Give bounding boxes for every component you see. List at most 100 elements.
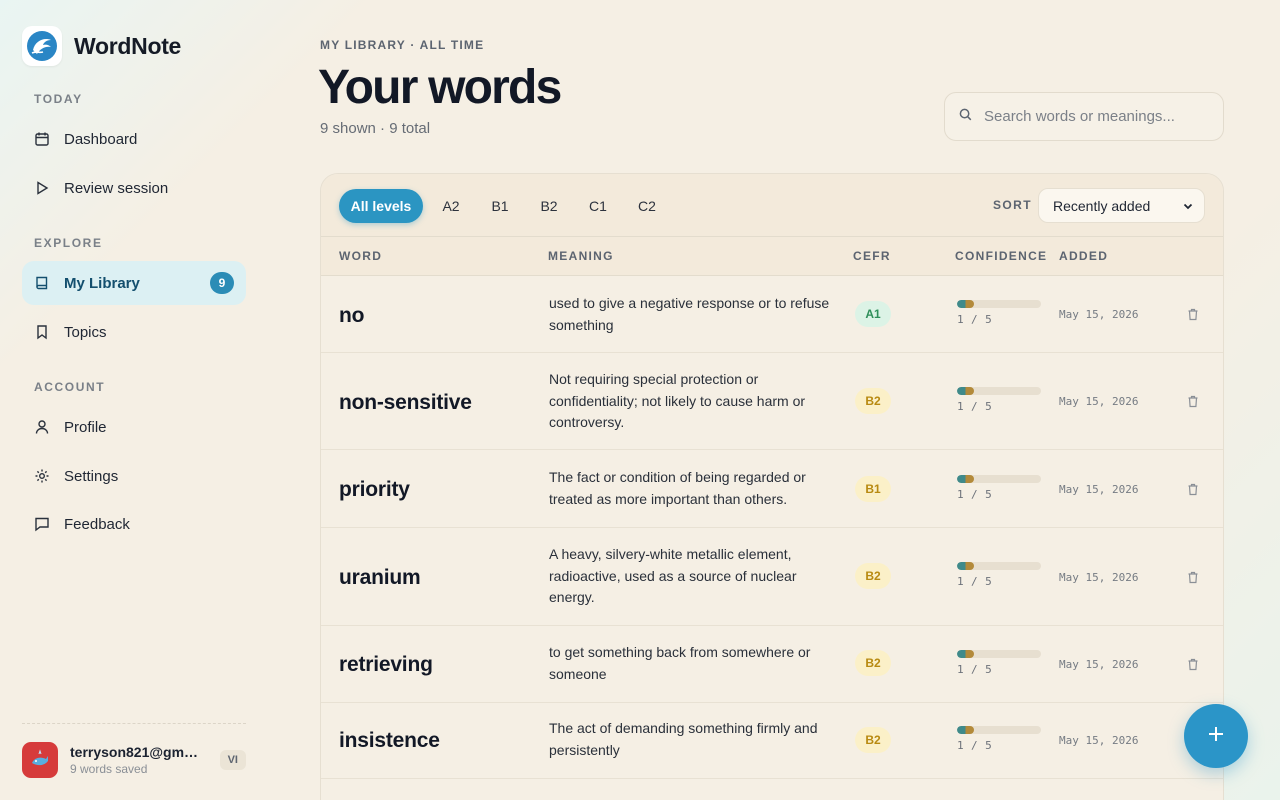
level-chip-b1[interactable]: B1 (482, 189, 518, 223)
cefr-badge: B2 (855, 650, 891, 676)
sidebar-item-dashboard[interactable]: Dashboard (22, 117, 246, 161)
user-icon (34, 419, 50, 435)
language-chip[interactable]: VI (219, 750, 246, 770)
level-chip-c2[interactable]: C2 (629, 189, 665, 223)
user-words-saved: 9 words saved (70, 762, 148, 776)
trash-icon[interactable] (1187, 571, 1199, 585)
confidence-bar-fill (957, 387, 974, 395)
column-header-meaning[interactable]: MEANING (548, 249, 614, 263)
page-title: Your words (318, 61, 562, 114)
confidence-bar-fill (957, 726, 974, 734)
cefr-badge: B1 (855, 476, 891, 502)
level-chip-c1[interactable]: C1 (580, 189, 616, 223)
trash-icon[interactable] (1187, 658, 1199, 672)
sidebar: WordNote TODAY Dashboard Review session … (0, 0, 268, 800)
sidebar-item-label: Topics (64, 323, 107, 341)
column-header-cefr[interactable]: CEFR (853, 249, 891, 263)
trash-icon[interactable] (1187, 395, 1199, 409)
search-icon (959, 108, 972, 126)
confidence-text: 1 / 5 (957, 488, 993, 501)
sidebar-item-topics[interactable]: Topics (22, 310, 246, 354)
sidebar-item-label: Dashboard (64, 130, 138, 148)
column-header-added[interactable]: ADDED (1059, 249, 1108, 263)
search-box[interactable] (944, 92, 1224, 141)
sort-label: SORT (993, 198, 1032, 212)
confidence-bar (957, 387, 1041, 395)
avatar (22, 742, 58, 778)
word-text: non-sensitive (339, 391, 472, 414)
added-date: May 15, 2026 (1059, 571, 1139, 584)
table-row[interactable]: priority The fact or condition of being … (321, 450, 1223, 528)
level-chip-b2[interactable]: B2 (531, 189, 567, 223)
book-icon (34, 275, 50, 291)
confidence-bar-fill (957, 475, 974, 483)
table-header: WORD MEANING CEFR CONFIDENCE ADDED (321, 237, 1223, 276)
chevron-down-icon (1182, 199, 1194, 215)
user-email: terryson821@gmail... (70, 744, 204, 760)
meaning-text: The act of demanding something firmly an… (549, 720, 818, 758)
sort-select[interactable]: Recently added (1038, 188, 1205, 223)
sidebar-item-settings[interactable]: Settings (22, 454, 246, 498)
play-icon (34, 180, 50, 196)
table-row[interactable]: uranium A heavy, silvery-white metallic … (321, 528, 1223, 626)
table-row[interactable]: retrieving to get something back from so… (321, 626, 1223, 703)
level-chip-all[interactable]: All levels (339, 189, 423, 223)
column-header-confidence[interactable]: CONFIDENCE (955, 249, 1047, 263)
calendar-icon (34, 131, 50, 147)
cefr-badge: A1 (855, 301, 891, 327)
plus-icon (1207, 725, 1225, 748)
confidence-bar-fill (957, 300, 974, 308)
section-title-today: TODAY (34, 92, 83, 106)
confidence-bar (957, 475, 1041, 483)
sidebar-item-my-library[interactable]: My Library 9 (22, 261, 246, 305)
app-name: WordNote (74, 32, 182, 59)
search-input[interactable] (984, 108, 1204, 125)
section-title-account: ACCOUNT (34, 380, 106, 394)
cefr-badge: B2 (855, 563, 891, 589)
confidence-bar (957, 300, 1041, 308)
sidebar-item-label: Feedback (64, 515, 130, 533)
added-date: May 15, 2026 (1059, 658, 1139, 671)
trash-icon[interactable] (1187, 483, 1199, 497)
confidence-text: 1 / 5 (957, 663, 993, 676)
confidence-text: 1 / 5 (957, 739, 993, 752)
sidebar-item-review-session[interactable]: Review session (22, 166, 246, 210)
word-count: 9 shown · 9 total (320, 120, 431, 137)
level-chip-a2[interactable]: A2 (433, 189, 469, 223)
add-word-button[interactable] (1184, 704, 1248, 768)
word-text: uranium (339, 566, 421, 589)
confidence-bar-fill (957, 562, 974, 570)
confidence-meter: 1 / 5 (957, 650, 1043, 676)
user-card[interactable]: terryson821@gmail... 9 words saved VI (22, 742, 246, 778)
breadcrumb: MY LIBRARY · ALL TIME (320, 38, 485, 52)
table-row[interactable]: insistence The act of demanding somethin… (321, 703, 1223, 779)
library-card: All levels A2 B1 B2 C1 C2 SORT Recently … (320, 173, 1224, 800)
sidebar-item-profile[interactable]: Profile (22, 405, 246, 449)
word-text: retrieving (339, 653, 433, 676)
word-text: no (339, 304, 365, 327)
sidebar-divider (22, 723, 246, 724)
sidebar-item-label: My Library (64, 274, 140, 292)
confidence-text: 1 / 5 (957, 575, 993, 588)
confidence-meter: 1 / 5 (957, 387, 1043, 413)
gear-icon (34, 468, 50, 484)
confidence-meter: 1 / 5 (957, 726, 1043, 752)
table-row[interactable]: no used to give a negative response or t… (321, 276, 1223, 353)
table-row[interactable]: non-sensitive Not requiring special prot… (321, 353, 1223, 450)
trash-icon[interactable] (1187, 308, 1199, 322)
meaning-text: The fact or condition of being regarded … (549, 469, 806, 507)
sidebar-item-feedback[interactable]: Feedback (22, 502, 246, 546)
brand[interactable]: WordNote (22, 26, 181, 66)
meaning-text: Not requiring special protection or conf… (549, 371, 806, 430)
added-date: May 15, 2026 (1059, 734, 1139, 747)
column-header-word[interactable]: WORD (339, 249, 382, 263)
confidence-text: 1 / 5 (957, 400, 993, 413)
confidence-meter: 1 / 5 (957, 475, 1043, 501)
section-title-explore: EXPLORE (34, 236, 103, 250)
confidence-bar (957, 726, 1041, 734)
meaning-text: to get something back from somewhere or … (549, 644, 811, 682)
meaning-text: A heavy, silvery-white metallic element,… (549, 546, 797, 605)
word-text: priority (339, 478, 410, 501)
library-count-badge: 9 (210, 272, 234, 294)
confidence-bar-fill (957, 650, 974, 658)
